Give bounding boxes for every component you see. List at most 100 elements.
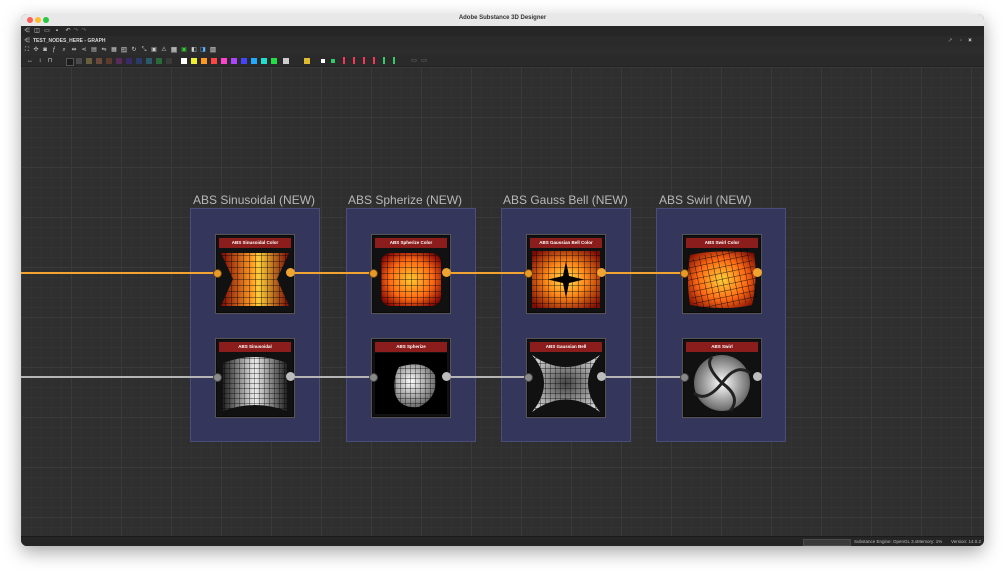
- grayscale-wire[interactable]: [449, 376, 529, 378]
- color-swatch-darkgreen[interactable]: [156, 58, 162, 64]
- comment-icon[interactable]: ▦: [171, 47, 177, 53]
- green-toggle-icon[interactable]: [331, 59, 335, 63]
- frame-toggle-icon[interactable]: [321, 59, 325, 63]
- link-icon[interactable]: ⇋: [101, 47, 107, 53]
- output-port[interactable]: [753, 372, 762, 381]
- grayscale-wire[interactable]: [21, 376, 217, 378]
- color-swatch-yellow[interactable]: [191, 58, 197, 64]
- frame-all-icon[interactable]: ⛶: [24, 47, 30, 53]
- input-port[interactable]: [213, 373, 222, 382]
- color-swatch-black[interactable]: [66, 58, 74, 66]
- function-icon[interactable]: ƒ: [51, 47, 57, 53]
- color-swatch-pink[interactable]: [221, 58, 227, 64]
- color-wire[interactable]: [21, 272, 217, 274]
- blue-frame-icon[interactable]: ◨: [200, 47, 206, 53]
- output-port[interactable]: [753, 268, 762, 277]
- color-swatch-red[interactable]: [211, 58, 217, 64]
- color-swatch-gray[interactable]: [76, 58, 82, 64]
- frame-title[interactable]: ABS Spherize (NEW): [348, 193, 462, 207]
- color-swatch-charcoal[interactable]: [166, 58, 172, 64]
- output-port[interactable]: [442, 372, 451, 381]
- node-sinusoidal-color[interactable]: ABS Sinusoidal Color: [216, 235, 294, 313]
- output-port[interactable]: [597, 372, 606, 381]
- warning-icon[interactable]: ⚠: [161, 47, 167, 53]
- output-port[interactable]: [597, 268, 606, 277]
- history-icon[interactable]: ↷: [81, 28, 87, 34]
- output-icon[interactable]: ▭: [421, 58, 427, 64]
- share-icon[interactable]: ⋖: [81, 47, 87, 53]
- color-swatch-olive[interactable]: [86, 58, 92, 64]
- undo-icon[interactable]: ↶: [65, 28, 71, 34]
- align-icon[interactable]: ⇹: [71, 47, 77, 53]
- color-swatch-darkbrown[interactable]: [106, 58, 112, 64]
- graph-canvas[interactable]: ABS Sinusoidal (NEW) ABS Spherize (NEW) …: [21, 67, 984, 536]
- list-icon[interactable]: ▤: [91, 47, 97, 53]
- horizontal-align-icon[interactable]: ↔: [27, 58, 33, 64]
- input-port[interactable]: [369, 373, 378, 382]
- input-port[interactable]: [213, 269, 222, 278]
- color-swatch-white[interactable]: [181, 58, 187, 64]
- refresh-icon[interactable]: ↻: [131, 47, 137, 53]
- color-swatch-sky[interactable]: [251, 58, 257, 64]
- color-wire[interactable]: [604, 272, 684, 274]
- pin-tool-icon[interactable]: ◧: [191, 47, 197, 53]
- input-port[interactable]: [680, 373, 689, 382]
- output-port[interactable]: [286, 372, 295, 381]
- input-port[interactable]: [369, 269, 378, 278]
- color-swatch-cyan[interactable]: [261, 58, 267, 64]
- comment-icon[interactable]: ▭: [411, 58, 417, 64]
- camera-icon[interactable]: ◙: [42, 47, 48, 53]
- node-spherize-color[interactable]: ABS Spherize Color: [372, 235, 450, 313]
- frame-selected-icon[interactable]: ✣: [33, 47, 39, 53]
- bitdepth-icon-5[interactable]: [383, 57, 385, 64]
- restore-icon[interactable]: ▫: [958, 38, 964, 44]
- output-port[interactable]: [286, 268, 295, 277]
- color-wire[interactable]: [293, 272, 373, 274]
- green-frame-icon[interactable]: ▣: [181, 47, 187, 53]
- node-gaussian-bell[interactable]: ABS Gaussian Bell: [527, 339, 605, 417]
- open-folder-icon[interactable]: ▭: [44, 28, 50, 34]
- bitdepth-icon-6[interactable]: [393, 57, 395, 64]
- bitdepth-icon-1[interactable]: [343, 57, 345, 64]
- color-swatch-green[interactable]: [271, 58, 277, 64]
- new-package-icon[interactable]: ◫: [34, 28, 40, 34]
- input-port[interactable]: [524, 269, 533, 278]
- color-swatch-brown[interactable]: [96, 58, 102, 64]
- node-gaussian-bell-color[interactable]: ABS Gaussian Bell Color: [527, 235, 605, 313]
- navigation-icon[interactable]: ▥: [210, 47, 216, 53]
- lock-icon[interactable]: ⊓: [47, 58, 53, 64]
- frame-title[interactable]: ABS Swirl (NEW): [659, 193, 752, 207]
- bitdepth-icon-2[interactable]: [353, 57, 355, 64]
- node-sinusoidal[interactable]: ABS Sinusoidal: [216, 339, 294, 417]
- color-swatch-orange[interactable]: [201, 58, 207, 64]
- color-swatch-purple[interactable]: [231, 58, 237, 64]
- color-wire[interactable]: [449, 272, 529, 274]
- redo-icon[interactable]: ↷: [73, 28, 79, 34]
- save-icon[interactable]: ▪: [54, 28, 60, 34]
- close-icon[interactable]: ×: [967, 38, 973, 44]
- node-swirl[interactable]: ABS Swirl: [683, 339, 761, 417]
- snap-icon[interactable]: ◰: [121, 47, 127, 53]
- input-port[interactable]: [680, 269, 689, 278]
- frame-title[interactable]: ABS Sinusoidal (NEW): [193, 193, 315, 207]
- node-swirl-color[interactable]: ABS Swirl Color: [683, 235, 761, 313]
- color-swatch-teal[interactable]: [146, 58, 152, 64]
- search-icon[interactable]: ⌕: [61, 47, 67, 53]
- color-swatch-blue[interactable]: [241, 58, 247, 64]
- input-port[interactable]: [524, 373, 533, 382]
- pin-icon[interactable]: ↗: [947, 38, 953, 44]
- color-swatch-indigo[interactable]: [126, 58, 132, 64]
- color-swatch-light[interactable]: [283, 58, 289, 64]
- output-port[interactable]: [442, 268, 451, 277]
- color-swatch-navy[interactable]: [136, 58, 142, 64]
- grayscale-wire[interactable]: [604, 376, 684, 378]
- grid-icon[interactable]: ▦: [111, 47, 117, 53]
- image-icon[interactable]: ▣: [151, 47, 157, 53]
- bitdepth-icon-4[interactable]: [373, 57, 375, 64]
- color-swatch-plum[interactable]: [116, 58, 122, 64]
- color-picker-icon[interactable]: [304, 58, 310, 64]
- vertical-align-icon[interactable]: ↕: [37, 58, 43, 64]
- node-spherize[interactable]: ABS Spherize: [372, 339, 450, 417]
- frame-title[interactable]: ABS Gauss Bell (NEW): [503, 193, 628, 207]
- tool-icon[interactable]: ⤡: [141, 47, 147, 53]
